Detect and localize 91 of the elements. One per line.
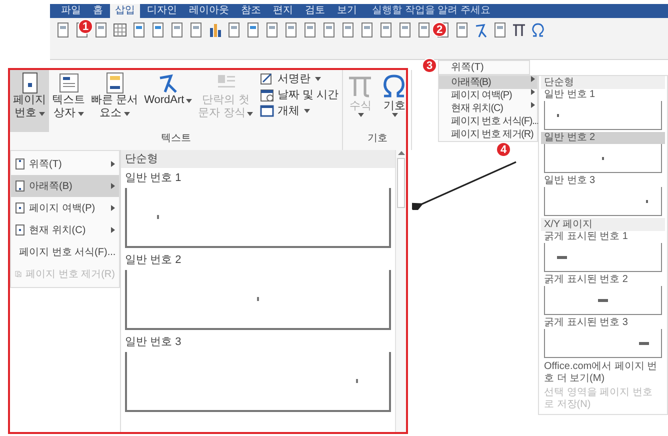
ribbon-button[interactable]: 기호 [377, 70, 412, 132]
menu-item[interactable]: 페이지 번호 제거(R) [439, 128, 537, 141]
ribbon-tab[interactable]: 검토 [300, 4, 330, 18]
tell-me-search[interactable]: 실행할 작업을 알려 주세요 [372, 4, 490, 18]
ribbon-button[interactable]: 페이지 번호 [10, 70, 49, 132]
page-number-mark-icon [639, 342, 649, 344]
caret-icon [186, 98, 192, 102]
menu-item[interactable]: 위쪽(T) [11, 153, 119, 175]
scroll-thumb[interactable] [397, 158, 405, 208]
page-number-mark-icon [157, 215, 160, 219]
gallery-item-label[interactable]: 굵게 표시된 번호 3 [541, 317, 665, 329]
object-icon [260, 104, 274, 118]
wordart-icon [157, 72, 180, 94]
gallery-header: X/Y 페이지 [541, 218, 665, 231]
ribbon-small-button[interactable]: 개체 [260, 104, 338, 118]
gallery-item-label[interactable]: 일반 번호 1 [541, 89, 665, 101]
page-preview[interactable] [544, 144, 662, 173]
page-preview[interactable] [544, 187, 662, 216]
page-number-mark-icon [602, 156, 604, 160]
chart-icon[interactable] [208, 22, 222, 38]
caret-icon [304, 109, 310, 113]
page-number-mark-icon [557, 256, 567, 258]
menu-item[interactable]: 아래쪽(B) [11, 175, 119, 197]
page-icon[interactable] [379, 22, 393, 38]
pi-icon[interactable] [512, 22, 526, 38]
ribbon-tab[interactable]: 삽입 [110, 4, 140, 18]
gallery-item-label[interactable]: 굵게 표시된 번호 1 [541, 231, 665, 243]
page-number-mark-icon [557, 114, 560, 116]
caret-icon [392, 113, 398, 117]
ribbon-tab[interactable]: 보기 [332, 4, 362, 18]
caret-icon [247, 112, 254, 116]
caret-icon [124, 112, 130, 116]
ribbon-button[interactable]: 빠른 문서 요소 [88, 70, 142, 132]
gallery-item-label[interactable]: 일반 번호 2 [125, 250, 391, 270]
gallery-header: 단순형 [541, 76, 665, 89]
page-number-mark-icon [356, 379, 359, 383]
caret-icon [78, 112, 84, 116]
gallery-item-label[interactable]: 굵게 표시된 번호 2 [541, 274, 665, 286]
caret-icon [315, 77, 322, 81]
group-label: 텍스트 [160, 132, 192, 146]
page-number-mark-icon [256, 297, 260, 301]
page-number-mark-icon [598, 298, 608, 302]
page-icon [15, 158, 25, 170]
page-preview[interactable] [125, 352, 391, 412]
scrollbar[interactable] [395, 150, 406, 432]
document-icon[interactable] [56, 22, 70, 38]
gallery-header: 단순형 [121, 150, 395, 168]
page-preview[interactable] [544, 243, 662, 272]
ribbon-small-button[interactable]: 날짜 및 시간 [260, 88, 338, 102]
page-preview[interactable] [544, 329, 662, 358]
page-icon [15, 180, 25, 192]
menu-item[interactable]: 현재 위치(C) [439, 102, 537, 115]
table-icon[interactable] [113, 22, 127, 38]
group-label: 기호 [366, 132, 388, 146]
page-icon [15, 202, 25, 214]
page-preview[interactable] [125, 188, 391, 248]
wordart-icon[interactable] [474, 22, 488, 38]
gallery-item-label[interactable]: 일반 번호 3 [541, 175, 665, 187]
ribbon-tab[interactable]: 디자인 [142, 4, 182, 18]
page-icon [15, 224, 25, 236]
gallery-item-label[interactable]: 일반 번호 1 [125, 168, 391, 188]
gallery-footer-item[interactable]: Office.com에서 페이지 번호 더 보기(M) [541, 360, 665, 386]
menu-item[interactable]: 위쪽(T) [438, 60, 530, 75]
page-preview[interactable] [544, 286, 662, 315]
page-remove-icon [15, 268, 22, 280]
omega-icon[interactable] [531, 22, 545, 38]
menu-item[interactable]: 아래쪽(B) [439, 76, 537, 89]
page-preview[interactable] [125, 270, 391, 330]
ribbon-button[interactable]: 텍스트 상자 [49, 70, 88, 132]
ribbon-small-button[interactable]: 서명란 [260, 72, 338, 86]
ribbon-button[interactable]: WordArt [141, 70, 196, 132]
ribbon-tab[interactable]: 참조 [236, 4, 266, 18]
page-preview[interactable] [544, 101, 662, 130]
gallery-item-label[interactable]: 일반 번호 2 [541, 132, 665, 144]
caret-icon [358, 113, 364, 117]
ribbon-tab[interactable]: 레이아웃 [184, 4, 234, 18]
gallery-item-label[interactable]: 일반 번호 3 [125, 332, 391, 352]
step-badge: 4 [496, 142, 511, 157]
ribbon-tab[interactable]: 홈 [88, 4, 108, 18]
caret-icon [38, 112, 44, 116]
step-badge: 3 [422, 58, 437, 73]
page-number-mark-icon [646, 200, 649, 202]
menu-item[interactable]: 페이지 번호 서식(F)... [439, 115, 537, 128]
ribbon-tab[interactable]: 편지 [268, 4, 298, 18]
ribbon-tab[interactable]: 파일 [56, 4, 86, 18]
page-icon[interactable] [398, 22, 412, 38]
menu-item[interactable]: 현재 위치(C) [11, 219, 119, 241]
calendar-icon [260, 88, 274, 102]
menu-item[interactable]: 페이지 여백(P) [11, 197, 119, 219]
menu-item[interactable]: 페이지 번호 서식(F)... [11, 241, 119, 263]
menu-item[interactable]: 페이지 여백(P) [439, 89, 537, 102]
